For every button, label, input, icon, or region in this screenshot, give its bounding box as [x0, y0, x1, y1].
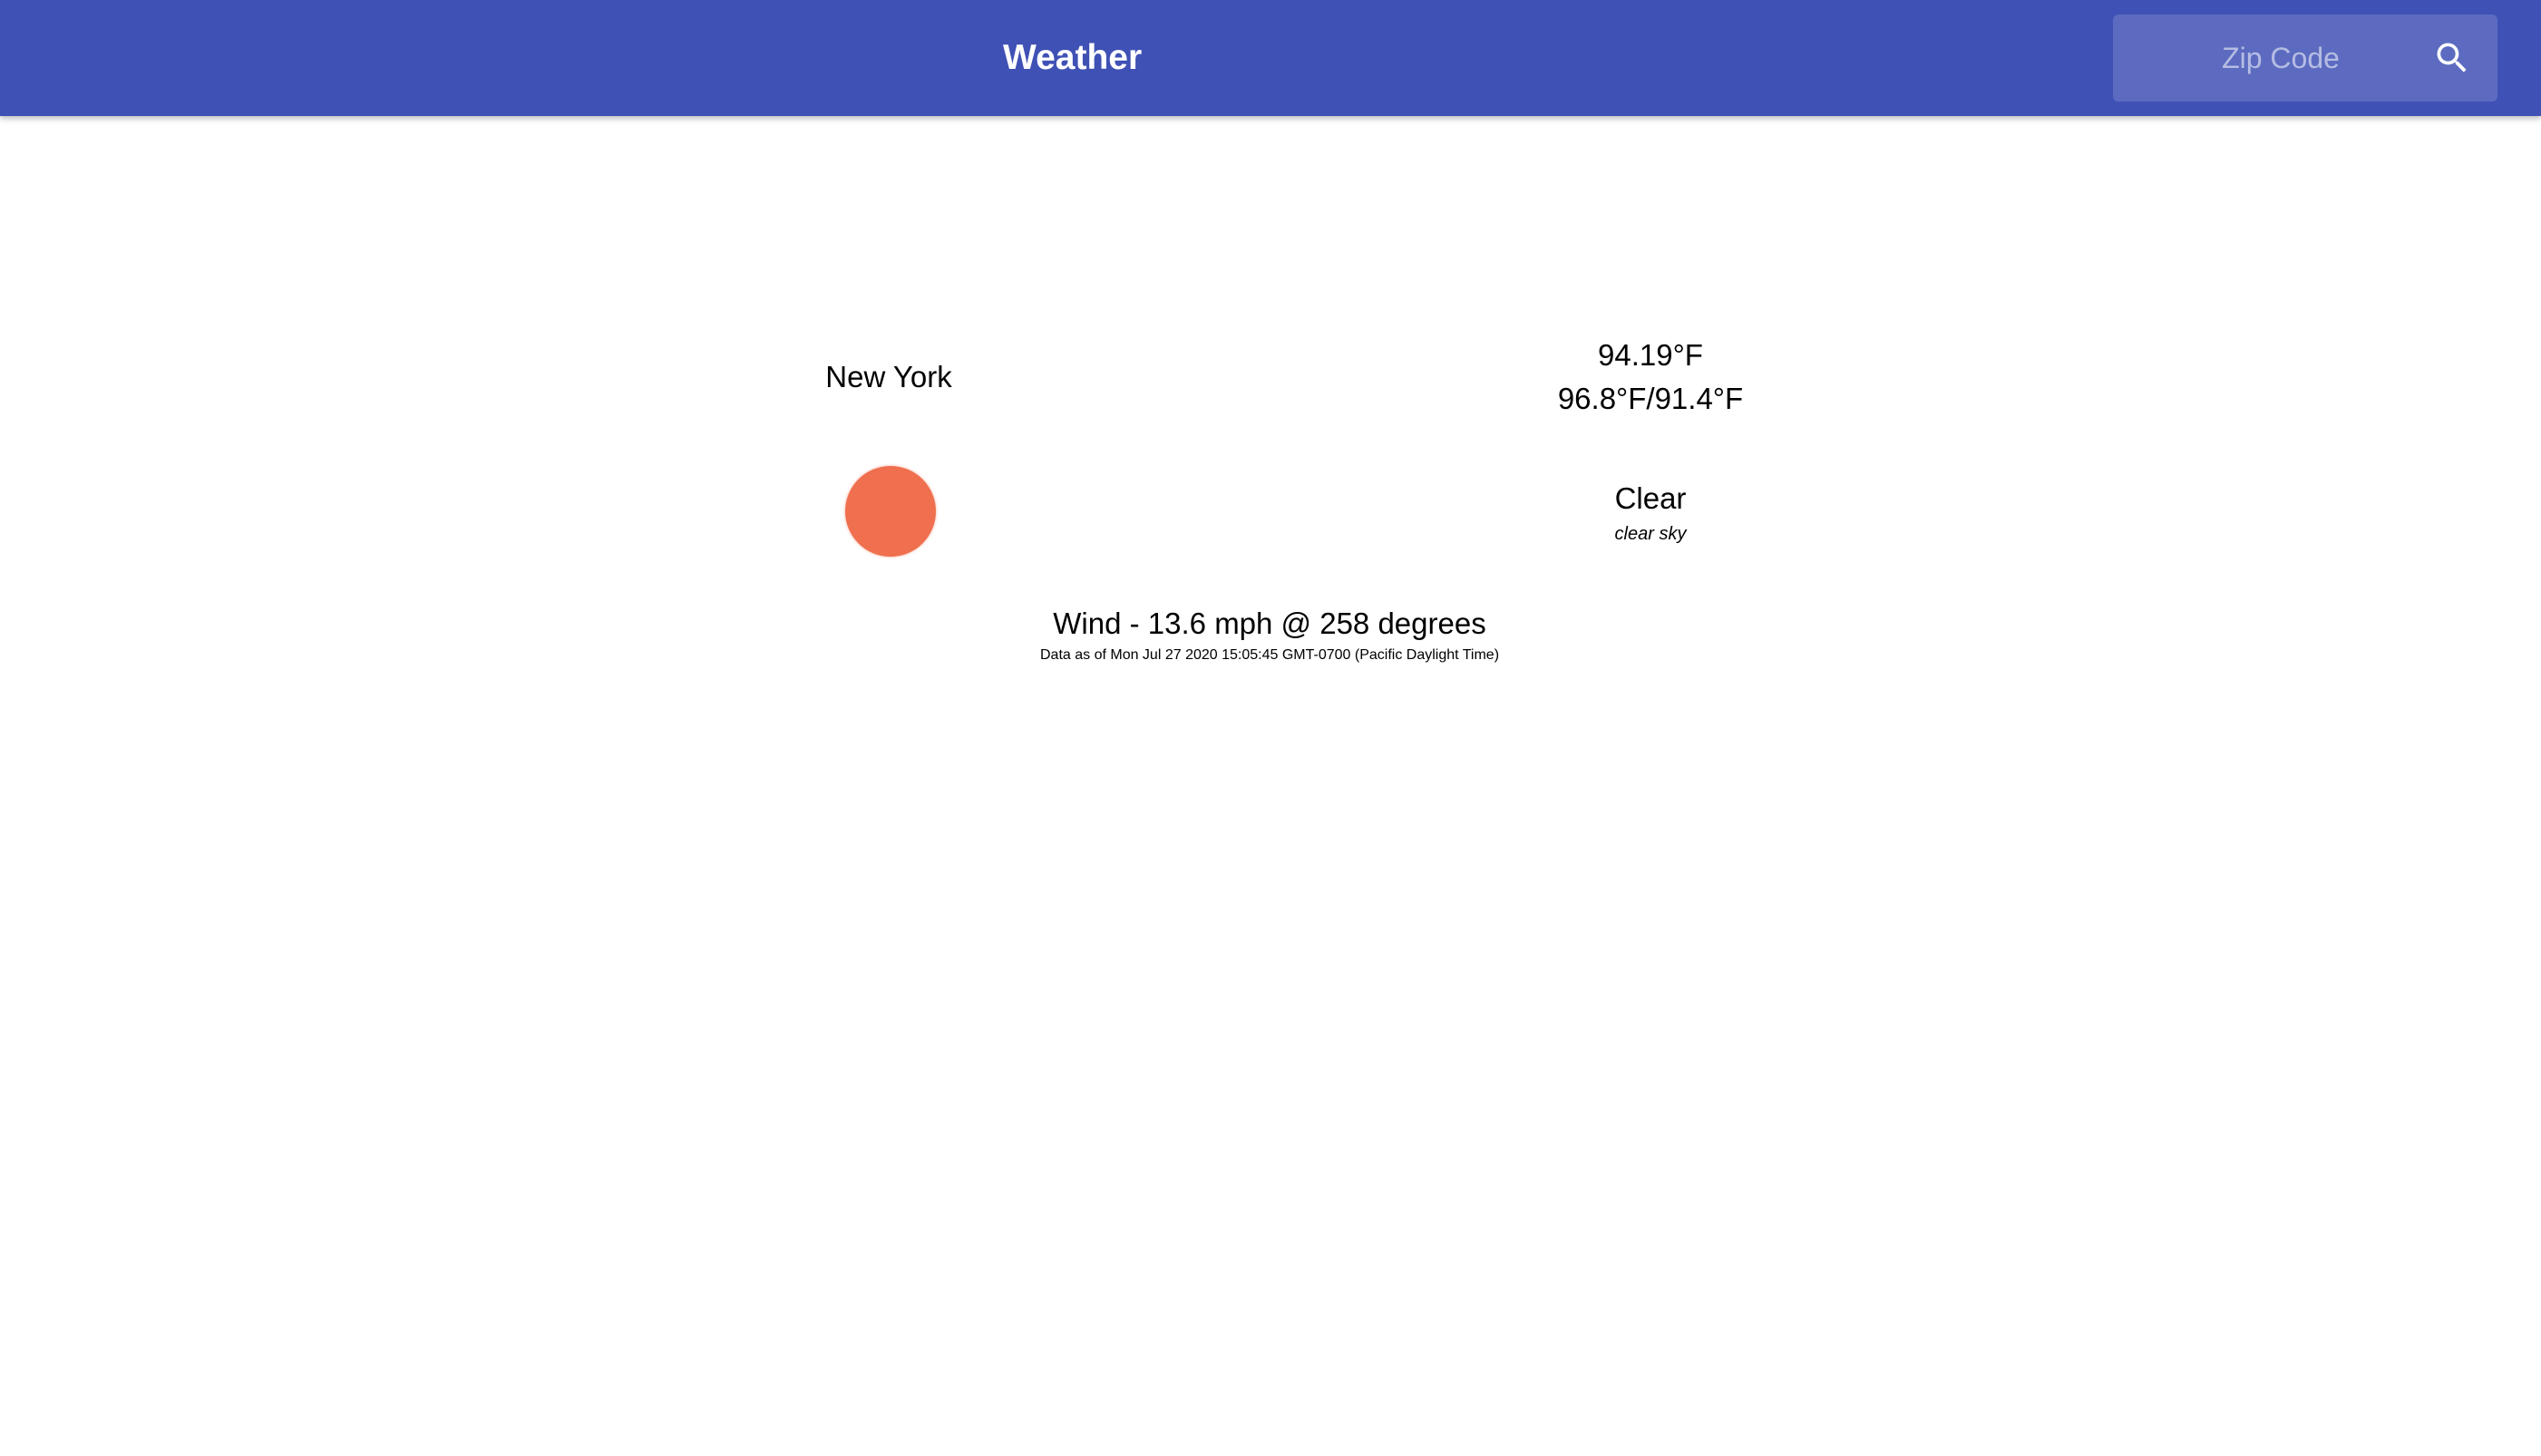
current-temperature: 94.19°F	[1598, 338, 1703, 372]
data-timestamp: Data as of Mon Jul 27 2020 15:05:45 GMT-…	[1039, 647, 1500, 663]
temperature-range: 96.8°F/91.4°F	[1557, 382, 1744, 415]
app-toolbar: Weather	[0, 0, 2541, 116]
wind-info: Wind - 13.6 mph @ 258 degrees	[1053, 607, 1486, 640]
zip-code-input[interactable]	[2113, 15, 2412, 102]
weather-card: New York 94.19°F 96.8°F/91.4°F Clear cle…	[0, 116, 2541, 1456]
city-name: New York	[825, 360, 952, 393]
weather-condition-description: clear sky	[1614, 524, 1687, 544]
sun-icon	[845, 466, 936, 557]
weather-condition: Clear	[1614, 481, 1687, 515]
search-icon	[2437, 43, 2467, 73]
zip-search-box	[2113, 15, 2497, 102]
search-button[interactable]	[2421, 27, 2483, 89]
app-title: Weather	[1003, 38, 1143, 77]
